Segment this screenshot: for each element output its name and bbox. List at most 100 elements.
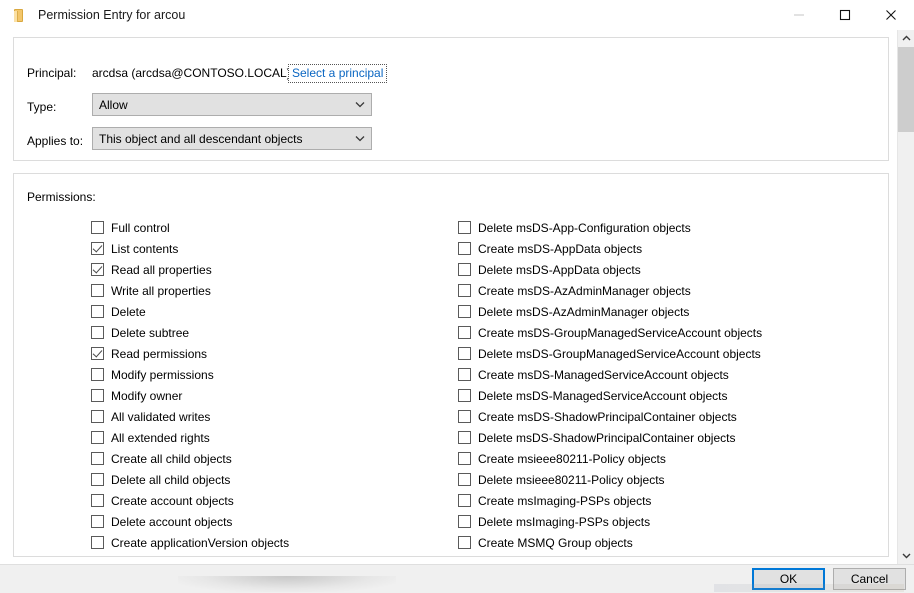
checkbox-unchecked[interactable] [91,326,104,339]
permission-row[interactable]: All extended rights [91,427,431,448]
close-icon[interactable] [868,0,914,30]
checkbox-unchecked[interactable] [91,305,104,318]
permission-row[interactable]: Delete msImaging-PSPs objects [458,511,878,532]
chevron-up-icon[interactable] [898,30,914,47]
permission-row[interactable]: Create msDS-AppData objects [458,238,878,259]
permission-row[interactable]: Delete account objects [91,511,431,532]
permission-label: Delete all child objects [111,472,231,487]
permission-label: Read all properties [111,262,212,277]
checkbox-unchecked[interactable] [91,473,104,486]
permission-label: Delete msImaging-PSPs objects [478,514,651,529]
permission-label: Delete msieee80211-Policy objects [478,472,665,487]
checkbox-unchecked[interactable] [458,536,471,549]
checkbox-unchecked[interactable] [458,389,471,402]
checkbox-unchecked[interactable] [458,221,471,234]
permission-row[interactable]: Create msDS-ManagedServiceAccount object… [458,364,878,385]
checkbox-unchecked[interactable] [458,515,471,528]
checkbox-unchecked[interactable] [91,368,104,381]
checkbox-unchecked[interactable] [91,431,104,444]
permission-row[interactable]: Write all properties [91,280,431,301]
permission-row[interactable]: Delete [91,301,431,322]
checkbox-unchecked[interactable] [91,389,104,402]
checkbox-unchecked[interactable] [91,284,104,297]
checkbox-checked[interactable] [91,242,104,255]
permission-row[interactable]: Delete msDS-AppData objects [458,259,878,280]
scrollbar-thumb[interactable] [898,47,914,132]
checkbox-unchecked[interactable] [458,494,471,507]
permission-row[interactable]: Create msDS-AzAdminManager objects [458,280,878,301]
checkbox-unchecked[interactable] [458,305,471,318]
select-a-principal-link[interactable]: Select a principal [288,64,388,83]
permission-row[interactable]: Create msDS-ShadowPrincipalContainer obj… [458,406,878,427]
ok-button[interactable]: OK [752,568,825,590]
checkbox-unchecked[interactable] [458,263,471,276]
permission-label: Create msieee80211-Policy objects [478,451,666,466]
permission-label: Create msDS-GroupManagedServiceAccount o… [478,325,763,340]
permission-row[interactable]: Read all properties [91,259,431,280]
permission-label: Delete msDS-AzAdminManager objects [478,304,690,319]
maximize-icon[interactable] [822,0,868,30]
vertical-scrollbar[interactable] [897,30,914,564]
permission-label: All validated writes [111,409,211,424]
principal-value: arcdsa (arcdsa@CONTOSO.LOCAL) [92,66,291,80]
cancel-button[interactable]: Cancel [833,568,906,590]
permission-label: Delete msDS-ManagedServiceAccount object… [478,388,728,403]
principal-label: Principal: [27,66,77,80]
permission-row[interactable]: Delete subtree [91,322,431,343]
checkbox-unchecked[interactable] [91,221,104,234]
checkbox-unchecked[interactable] [91,515,104,528]
minimize-icon[interactable] [776,0,822,30]
checkbox-unchecked[interactable] [91,536,104,549]
checkbox-unchecked[interactable] [91,452,104,465]
permission-row[interactable]: Create applicationVersion objects [91,532,431,553]
checkbox-unchecked[interactable] [458,473,471,486]
permission-row[interactable]: All validated writes [91,406,431,427]
permissions-left-column: Full control List contents Read all proper… [91,217,431,553]
checkbox-unchecked[interactable] [458,284,471,297]
permission-row[interactable]: List contents [91,238,431,259]
checkbox-checked[interactable] [91,347,104,360]
permission-label: Full control [111,220,170,235]
permission-row[interactable]: Modify owner [91,385,431,406]
permission-row[interactable]: Create msDS-GroupManagedServiceAccount o… [458,322,878,343]
permission-row[interactable]: Delete all child objects [91,469,431,490]
checkbox-unchecked[interactable] [458,326,471,339]
permission-row[interactable]: Modify permissions [91,364,431,385]
principal-group-box: Principal: arcdsa (arcdsa@CONTOSO.LOCAL)… [13,37,889,161]
checkbox-unchecked[interactable] [458,410,471,423]
window-title: Permission Entry for arcou [38,8,186,22]
permission-label: Write all properties [111,283,211,298]
permission-row[interactable]: Create account objects [91,490,431,511]
checkbox-checked[interactable] [91,263,104,276]
checkbox-unchecked[interactable] [458,368,471,381]
permission-label: Create msDS-AppData objects [478,241,643,256]
applies-to-dropdown[interactable]: This object and all descendant objects [92,127,372,150]
type-dropdown[interactable]: Allow [92,93,372,116]
permission-row[interactable]: Delete msDS-ManagedServiceAccount object… [458,385,878,406]
permission-row[interactable]: Create MSMQ Group objects [458,532,878,553]
permission-row[interactable]: Delete msDS-ShadowPrincipalContainer obj… [458,427,878,448]
permission-row[interactable]: Delete msieee80211-Policy objects [458,469,878,490]
checkbox-unchecked[interactable] [91,410,104,423]
permission-row[interactable]: Read permissions [91,343,431,364]
checkbox-unchecked[interactable] [458,347,471,360]
permission-label: All extended rights [111,430,210,445]
permission-row[interactable]: Delete msDS-AzAdminManager objects [458,301,878,322]
permission-row[interactable]: Delete msDS-App-Configuration objects [458,217,878,238]
checkbox-unchecked[interactable] [458,431,471,444]
scrollbar-track[interactable] [898,132,914,547]
permission-label: Delete msDS-GroupManagedServiceAccount o… [478,346,761,361]
permission-row[interactable]: Create msImaging-PSPs objects [458,490,878,511]
chevron-down-icon [349,101,371,108]
chevron-down-icon[interactable] [898,547,914,564]
title-bar[interactable]: Permission Entry for arcou [0,0,914,30]
checkbox-unchecked[interactable] [91,494,104,507]
permission-row[interactable]: Create all child objects [91,448,431,469]
checkbox-unchecked[interactable] [458,452,471,465]
permissions-right-column: Delete msDS-App-Configuration objects Cre… [458,217,878,553]
permission-label: Create MSMQ Group objects [478,535,633,550]
checkbox-unchecked[interactable] [458,242,471,255]
permission-row[interactable]: Create msieee80211-Policy objects [458,448,878,469]
permission-row[interactable]: Delete msDS-GroupManagedServiceAccount o… [458,343,878,364]
permission-row[interactable]: Full control [91,217,431,238]
